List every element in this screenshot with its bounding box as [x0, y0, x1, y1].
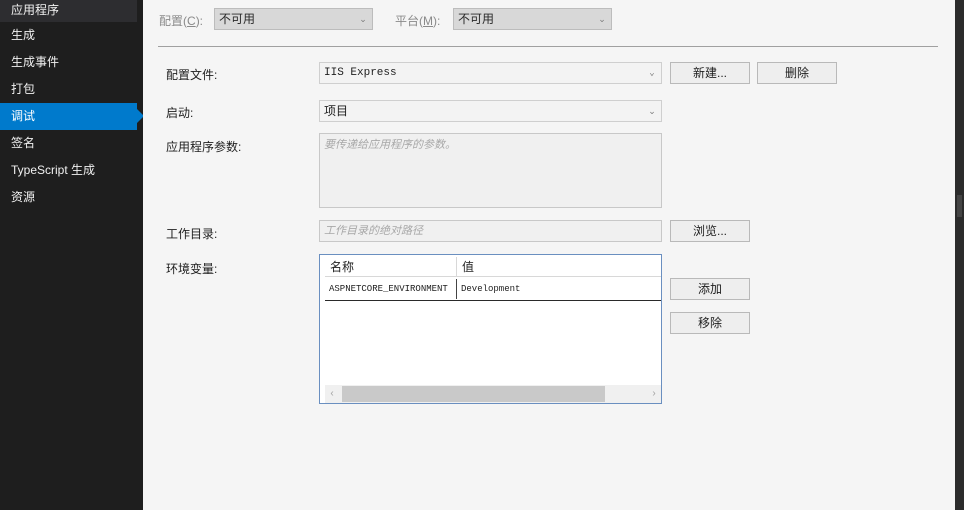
chevron-down-icon [597, 13, 607, 25]
platform-value: 不可用 [458, 12, 495, 26]
working-directory-label: 工作目录: [166, 227, 218, 241]
sidebar-item-label: 签名 [11, 136, 36, 150]
chevron-down-icon [358, 13, 368, 25]
environment-variables-label: 环境变量: [166, 262, 218, 276]
configuration-label: 配置(C): [159, 14, 204, 28]
profile-label: 配置文件: [166, 68, 218, 82]
scroll-left-icon[interactable]: ‹ [325, 386, 339, 402]
column-header-name[interactable]: 名称 [325, 257, 456, 277]
sidebar-item-label: 生成事件 [11, 55, 60, 69]
sidebar-item-label: TypeScript 生成 [11, 163, 96, 177]
sidebar-item-signing[interactable]: 签名 [0, 130, 137, 157]
app-arguments-placeholder: 要传递给应用程序的参数。 [324, 139, 456, 151]
sidebar: 应用程序 生成 生成事件 打包 调试 签名 TypeScript 生成 资源 [0, 0, 144, 510]
platform-label: 平台(M): [395, 14, 441, 28]
scrollbar-thumb[interactable] [957, 195, 962, 217]
table-cell-value[interactable]: Development [456, 279, 661, 299]
launch-dropdown[interactable]: 项目 [319, 100, 662, 122]
scrollbar-thumb[interactable] [342, 386, 605, 402]
row-separator [325, 300, 661, 301]
sidebar-item-label: 应用程序 [11, 3, 60, 17]
profile-value: IIS Express [324, 67, 397, 79]
remove-variable-button[interactable]: 移除 [670, 312, 750, 334]
new-profile-button[interactable]: 新建... [670, 62, 750, 84]
column-header-value[interactable]: 值 [456, 257, 661, 277]
configuration-value: 不可用 [219, 12, 256, 26]
sidebar-item-application[interactable]: 应用程序 [0, 0, 137, 22]
chevron-down-icon [647, 105, 657, 117]
table-cell-name[interactable]: ASPNETCORE_ENVIRONMENT [325, 279, 456, 299]
browse-button[interactable]: 浏览... [670, 220, 750, 242]
sidebar-item-typescript-build[interactable]: TypeScript 生成 [0, 157, 137, 184]
sidebar-item-package[interactable]: 打包 [0, 76, 137, 103]
launch-value: 项目 [324, 104, 349, 118]
working-directory-input[interactable]: 工作目录的绝对路径 [319, 220, 662, 242]
app-arguments-textarea[interactable]: 要传递给应用程序的参数。 [319, 133, 662, 208]
sidebar-item-resources[interactable]: 资源 [0, 184, 137, 211]
working-directory-placeholder: 工作目录的绝对路径 [324, 225, 423, 237]
sidebar-item-build[interactable]: 生成 [0, 22, 137, 49]
platform-dropdown[interactable]: 不可用 [453, 8, 612, 30]
sidebar-item-label: 打包 [11, 82, 36, 96]
vertical-scrollbar[interactable] [955, 0, 964, 510]
profile-dropdown[interactable]: IIS Express [319, 62, 662, 84]
sidebar-item-build-events[interactable]: 生成事件 [0, 49, 137, 76]
scroll-right-icon[interactable]: › [647, 386, 661, 402]
debug-settings-panel: 配置(C): 不可用 平台(M): 不可用 配置文件: IIS Express … [143, 0, 955, 510]
add-variable-button[interactable]: 添加 [670, 278, 750, 300]
app-arguments-label: 应用程序参数: [166, 140, 242, 154]
sidebar-item-debug[interactable]: 调试 [0, 103, 144, 130]
sidebar-item-label: 调试 [11, 109, 36, 123]
sidebar-item-label: 资源 [11, 190, 36, 204]
environment-variables-table[interactable]: 名称 值 ASPNETCORE_ENVIRONMENT Development … [319, 254, 662, 404]
configuration-dropdown[interactable]: 不可用 [214, 8, 373, 30]
launch-label: 启动: [166, 106, 194, 120]
delete-profile-button[interactable]: 删除 [757, 62, 837, 84]
divider [158, 46, 938, 47]
chevron-down-icon [647, 67, 657, 79]
horizontal-scrollbar[interactable]: ‹ › [325, 385, 661, 403]
sidebar-item-label: 生成 [11, 28, 36, 42]
